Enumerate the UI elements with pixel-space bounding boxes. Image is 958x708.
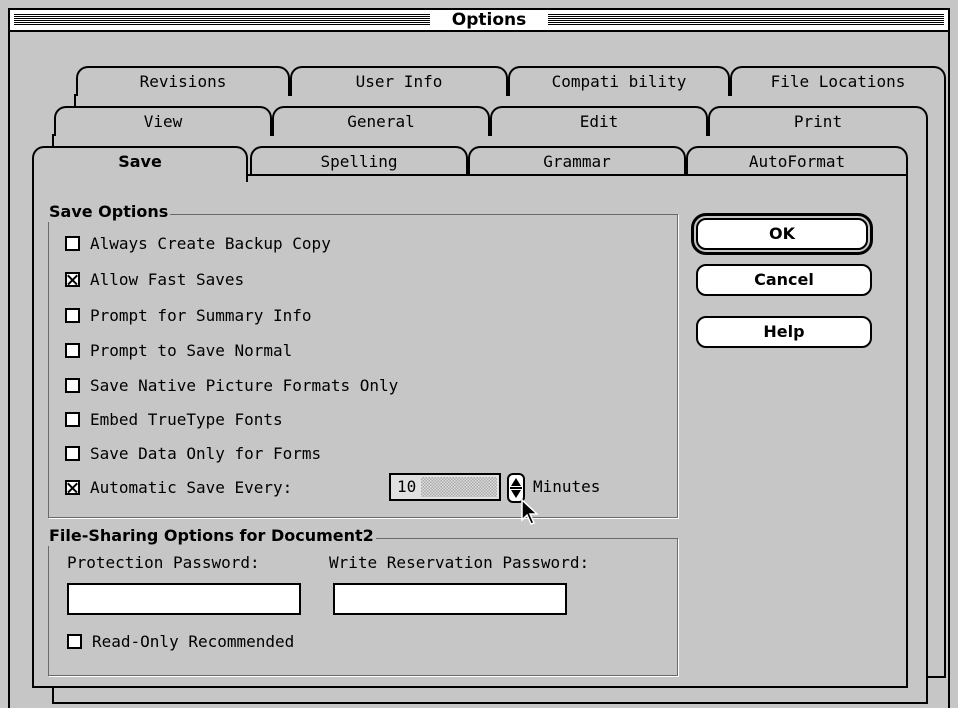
spinner-down-arrow-icon[interactable] xyxy=(511,490,521,498)
tab-save[interactable]: Save xyxy=(32,146,248,182)
tab-autoformat[interactable]: AutoFormat xyxy=(686,146,908,176)
spinner-up-arrow-icon[interactable] xyxy=(511,478,521,486)
tab-revisions[interactable]: Revisions xyxy=(76,66,290,96)
checkbox-prompt-summary-info[interactable] xyxy=(65,307,80,323)
checkbox-allow-fast-saves[interactable] xyxy=(65,271,80,287)
option-label: Prompt for Summary Info xyxy=(90,305,312,325)
option-label: Save Native Picture Formats Only xyxy=(90,375,399,395)
autosave-minutes-value: 10 xyxy=(397,477,417,496)
title-bar-stripes-left xyxy=(14,14,430,26)
checkbox-save-data-forms[interactable] xyxy=(65,445,80,461)
selection-highlight xyxy=(421,477,497,497)
option-embed-truetype[interactable]: Embed TrueType Fonts xyxy=(65,407,283,431)
option-label: Allow Fast Saves xyxy=(90,269,245,289)
arrow-cursor-icon xyxy=(521,498,539,525)
save-options-title: Save Options xyxy=(47,202,171,222)
help-button[interactable]: Help xyxy=(696,316,872,348)
option-prompt-save-normal[interactable]: Prompt to Save Normal xyxy=(65,338,292,362)
checkbox-always-create-backup[interactable] xyxy=(65,235,80,251)
checkbox-prompt-save-normal[interactable] xyxy=(65,342,80,358)
ok-button[interactable]: OK xyxy=(691,213,873,255)
tab-general[interactable]: General xyxy=(272,106,490,136)
tab-compatibility[interactable]: Compati bility xyxy=(508,66,730,96)
protection-password-input[interactable] xyxy=(67,583,301,615)
autosave-minutes-label: Minutes xyxy=(533,477,601,496)
write-reservation-password-input[interactable] xyxy=(333,583,567,615)
file-sharing-group: File-Sharing Options for Document2 Prote… xyxy=(47,526,678,676)
option-label: Always Create Backup Copy xyxy=(90,233,331,253)
option-label: Automatic Save Every: xyxy=(90,477,293,497)
checkbox-automatic-save[interactable] xyxy=(65,479,80,495)
checkbox-save-native-picture[interactable] xyxy=(65,377,80,393)
tab-view[interactable]: View xyxy=(54,106,272,136)
option-save-data-forms[interactable]: Save Data Only for Forms xyxy=(65,441,321,465)
autosave-minutes-input[interactable]: 10 xyxy=(389,473,501,501)
option-prompt-summary-info[interactable]: Prompt for Summary Info xyxy=(65,303,312,327)
tab-file-locations[interactable]: File Locations xyxy=(730,66,946,96)
window-title: Options xyxy=(434,10,544,30)
option-allow-fast-saves[interactable]: Allow Fast Saves xyxy=(65,267,244,291)
option-label: Embed TrueType Fonts xyxy=(90,409,283,429)
option-label: Save Data Only for Forms xyxy=(90,443,322,463)
tab-edit[interactable]: Edit xyxy=(490,106,708,136)
option-label: Prompt to Save Normal xyxy=(90,340,293,360)
protection-password-label: Protection Password: xyxy=(67,553,260,572)
option-read-only-recommended[interactable]: Read-Only Recommended xyxy=(67,629,294,653)
cancel-button[interactable]: Cancel xyxy=(696,264,872,296)
tab-grammar[interactable]: Grammar xyxy=(468,146,686,176)
tab-user-info[interactable]: User Info xyxy=(290,66,508,96)
tab-spelling[interactable]: Spelling xyxy=(250,146,468,176)
write-reservation-password-label: Write Reservation Password: xyxy=(329,553,590,572)
title-bar-stripes-right xyxy=(548,14,944,26)
title-bar[interactable]: Options xyxy=(8,8,950,32)
save-options-group: Save Options Always Create Backup Copy A… xyxy=(47,202,678,518)
save-tab-panel: Save Options Always Create Backup Copy A… xyxy=(32,174,908,688)
option-always-create-backup[interactable]: Always Create Backup Copy xyxy=(65,231,331,255)
checkbox-read-only-recommended[interactable] xyxy=(67,633,82,649)
file-sharing-title: File-Sharing Options for Document2 xyxy=(47,526,376,546)
option-label: Read-Only Recommended xyxy=(92,631,295,651)
tab-print[interactable]: Print xyxy=(708,106,928,136)
option-save-native-picture[interactable]: Save Native Picture Formats Only xyxy=(65,373,398,397)
checkbox-embed-truetype[interactable] xyxy=(65,411,80,427)
option-automatic-save[interactable]: Automatic Save Every: xyxy=(65,475,292,499)
spinner-divider xyxy=(510,487,522,489)
